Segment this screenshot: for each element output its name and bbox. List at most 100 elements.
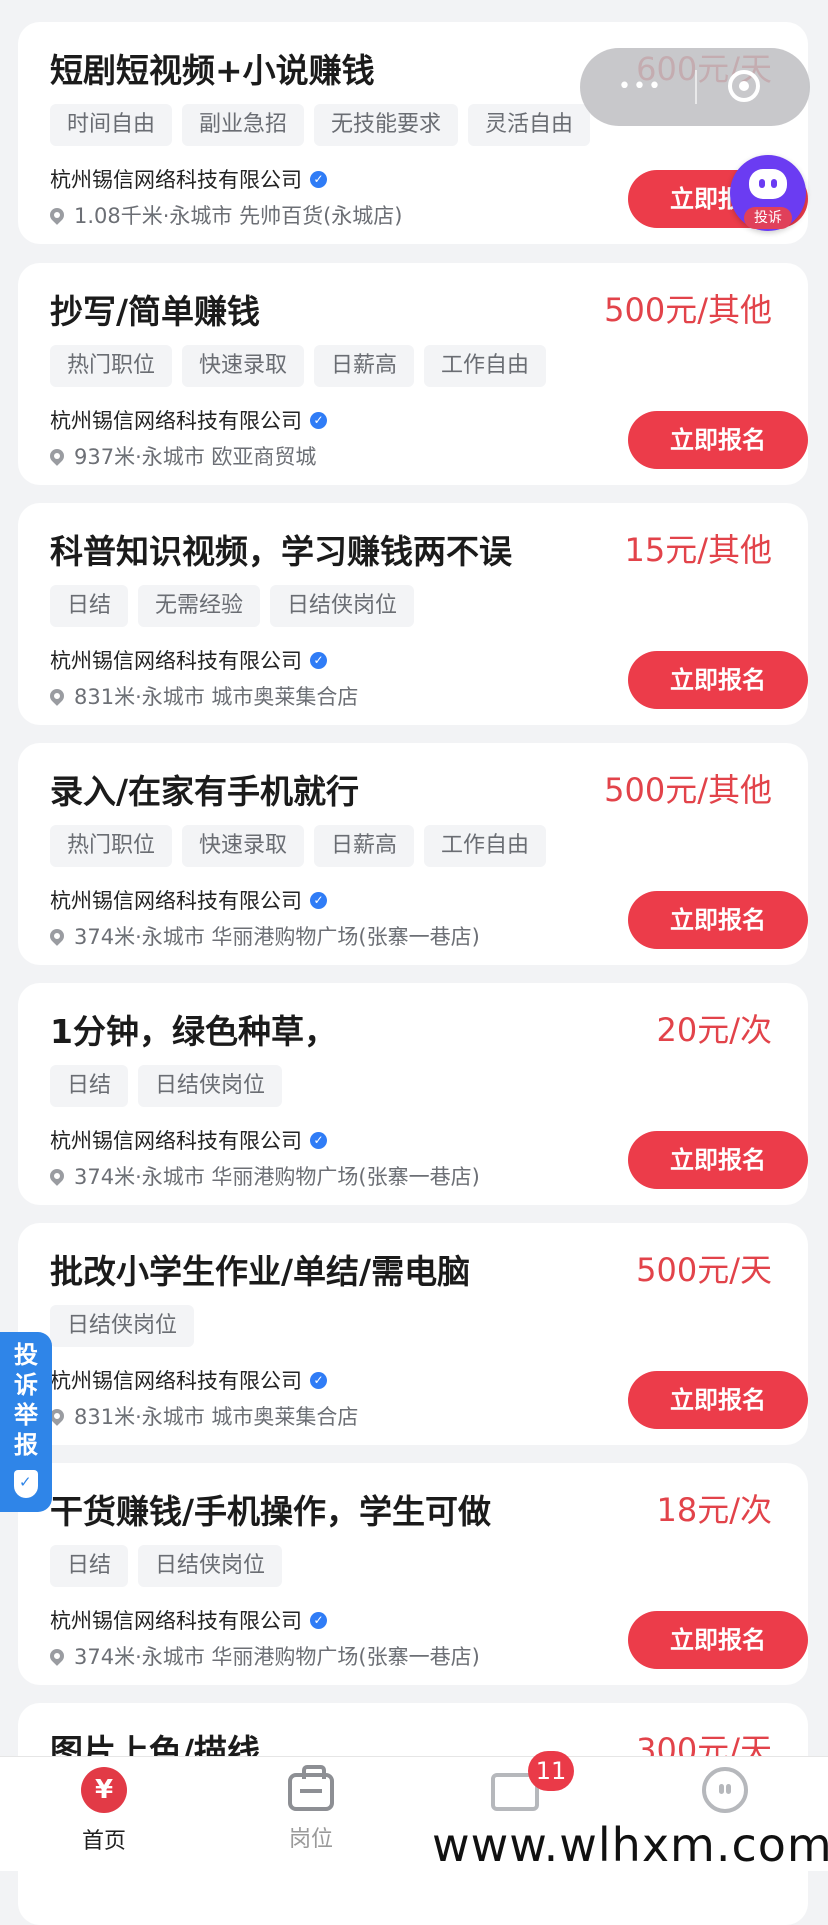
job-card[interactable]: 批改小学生作业/单结/需电脑 500元/天 日结侠岗位 杭州锡信网络科技有限公司 ✓ 83… <box>18 1223 808 1445</box>
apply-button[interactable]: 立即报名 <box>628 651 808 709</box>
job-card[interactable]: 1分钟，绿色种草， 20元/次日结 日结侠岗位杭州锡信网络科技有限公司 ✓ 374米·永… <box>18 983 808 1205</box>
job-tag: 无技能要求 <box>314 104 459 146</box>
report-tab[interactable]: 投诉举报 <box>0 1332 52 1512</box>
report-tab-label: 投诉举报 <box>14 1341 38 1459</box>
company-name: 杭州锡信网络科技有限公司 ✓ <box>50 1365 327 1395</box>
briefcase-icon <box>288 1765 334 1811</box>
message-count-badge: 11 <box>528 1751 574 1791</box>
job-tags: 日结侠岗位 <box>50 1305 195 1347</box>
nav-label-jobs: 岗位 <box>288 1827 333 1852</box>
complaint-bubble[interactable]: 投诉 <box>730 155 806 231</box>
company-name-text: 杭州锡信网络科技有限公司 <box>50 409 302 433</box>
company-name: 杭州锡信网络科技有限公司 ✓ <box>50 885 327 915</box>
job-card[interactable]: 录入/在家有手机就行 500元/其他 热门职位 快速录取 日薪高 工作自由 杭州锡信网络科技… <box>18 743 808 965</box>
job-price: 20元/次 <box>656 1011 772 1049</box>
watermark: www.wlhxm.com <box>432 1818 828 1872</box>
robot-face-icon <box>749 169 787 199</box>
job-tag: 副业急招 <box>182 104 305 146</box>
job-tag: 日结 <box>50 585 129 627</box>
mini-program-capsule: ••• <box>580 48 810 126</box>
more-dots-icon[interactable]: ••• <box>618 74 663 99</box>
nav-item-me[interactable] <box>665 1767 785 1813</box>
apply-button[interactable]: 立即报名 <box>628 891 808 949</box>
close-circle-icon[interactable] <box>728 70 760 102</box>
job-tags: 日结 无需经验 日结侠岗位 <box>50 585 415 627</box>
job-location: 374米·永城市 华丽港购物广场(张寨一巷店) <box>47 921 480 951</box>
job-tag: 日结侠岗位 <box>138 1065 283 1107</box>
shield-check-icon <box>14 1470 38 1498</box>
location-pin-icon <box>47 205 67 225</box>
verified-icon: ✓ <box>310 891 327 909</box>
job-location-text: 374米·永城市 华丽港购物广场(张寨一巷店) <box>74 1165 480 1189</box>
company-name-text: 杭州锡信网络科技有限公司 <box>50 889 302 913</box>
job-tag: 工作自由 <box>424 825 547 867</box>
company-name-text: 杭州锡信网络科技有限公司 <box>50 649 302 673</box>
job-tags: 日结 日结侠岗位 <box>50 1065 283 1107</box>
company-name-text: 杭州锡信网络科技有限公司 <box>50 168 302 192</box>
job-title: 1分钟，绿色种草， <box>50 1012 337 1051</box>
job-location-text: 1.08千米·永城市 先帅百货(永城店) <box>74 204 403 228</box>
profile-face-icon <box>702 1767 748 1813</box>
job-tag: 工作自由 <box>424 345 547 387</box>
job-tag: 快速录取 <box>182 345 305 387</box>
apply-button[interactable]: 立即报名 <box>628 1131 808 1189</box>
job-tag: 日结 <box>50 1065 129 1107</box>
verified-icon: ✓ <box>310 170 327 188</box>
job-location: 374米·永城市 华丽港购物广场(张寨一巷店) <box>47 1161 480 1191</box>
job-price: 500元/其他 <box>604 291 772 329</box>
verified-icon: ✓ <box>310 411 327 429</box>
complaint-label: 投诉 <box>744 207 792 229</box>
job-location-text: 831米·永城市 城市奥莱集合店 <box>74 1405 359 1429</box>
apply-button[interactable]: 立即报名 <box>628 411 808 469</box>
job-tag: 日薪高 <box>314 825 415 867</box>
job-title: 录入/在家有手机就行 <box>50 772 360 811</box>
apply-button[interactable]: 立即报名 <box>628 1371 808 1429</box>
job-tags: 时间自由 副业急招 无技能要求 灵活自由 <box>50 104 591 146</box>
job-card[interactable]: 科普知识视频，学习赚钱两不误 15元/其他日结 无需经验 日结侠岗位杭州锡信网络科技有… <box>18 503 808 725</box>
apply-button[interactable]: 立即报名 <box>628 1611 808 1669</box>
job-location: 831米·永城市 城市奥莱集合店 <box>47 1401 359 1431</box>
job-location: 1.08千米·永城市 先帅百货(永城店) <box>47 200 403 230</box>
job-card[interactable]: 抄写/简单赚钱 500元/其他热门职位 快速录取 日薪高 工作自由杭州锡信网络科技有限公… <box>18 263 808 485</box>
job-tag: 热门职位 <box>50 345 173 387</box>
job-location-text: 831米·永城市 城市奥莱集合店 <box>74 685 359 709</box>
job-price: 18元/次 <box>656 1491 772 1529</box>
job-tag: 时间自由 <box>50 104 173 146</box>
job-location: 937米·永城市 欧亚商贸城 <box>47 441 317 471</box>
company-name-text: 杭州锡信网络科技有限公司 <box>50 1129 302 1153</box>
location-pin-icon <box>47 446 67 466</box>
job-tag: 日结侠岗位 <box>138 1545 283 1587</box>
verified-icon: ✓ <box>310 1611 327 1629</box>
job-price: 15元/其他 <box>624 531 772 569</box>
job-tags: 日结 日结侠岗位 <box>50 1545 283 1587</box>
location-pin-icon <box>47 926 67 946</box>
job-card[interactable]: 干货赚钱/手机操作，学生可做 18元/次 日结 日结侠岗位 杭州锡信网络科技有限公司 ✓ 3… <box>18 1463 808 1685</box>
company-name: 杭州锡信网络科技有限公司 ✓ <box>50 164 327 194</box>
company-name-text: 杭州锡信网络科技有限公司 <box>50 1369 302 1393</box>
job-title: 短剧短视频+小说赚钱 <box>50 51 375 90</box>
company-name: 杭州锡信网络科技有限公司 ✓ <box>50 405 327 435</box>
job-location: 374米·永城市 华丽港购物广场(张寨一巷店) <box>47 1641 480 1671</box>
job-tag: 日薪高 <box>314 345 415 387</box>
job-location-text: 937米·永城市 欧亚商贸城 <box>74 445 317 469</box>
home-yen-icon: ¥ <box>81 1767 127 1813</box>
company-name: 杭州锡信网络科技有限公司 ✓ <box>50 645 327 675</box>
job-title: 抄写/简单赚钱 <box>50 292 261 331</box>
job-location-text: 374米·永城市 华丽港购物广场(张寨一巷店) <box>74 1645 480 1669</box>
job-tag: 日结侠岗位 <box>270 585 415 627</box>
verified-icon: ✓ <box>310 1131 327 1149</box>
job-tag: 无需经验 <box>138 585 261 627</box>
location-pin-icon <box>47 686 67 706</box>
nav-item-jobs[interactable]: 岗位 <box>251 1765 371 1853</box>
job-location-text: 374米·永城市 华丽港购物广场(张寨一巷店) <box>74 925 480 949</box>
nav-item-home[interactable]: ¥ 首页 <box>44 1767 164 1855</box>
company-name-text: 杭州锡信网络科技有限公司 <box>50 1609 302 1633</box>
job-price: 500元/其他 <box>604 771 772 809</box>
job-price: 500元/天 <box>636 1251 772 1289</box>
location-pin-icon <box>47 1646 67 1666</box>
job-title: 科普知识视频，学习赚钱两不误 <box>50 532 512 571</box>
nav-label-home: 首页 <box>81 1829 126 1854</box>
location-pin-icon <box>47 1166 67 1186</box>
capsule-divider <box>695 70 697 104</box>
job-tags: 热门职位 快速录取 日薪高 工作自由 <box>50 345 547 387</box>
